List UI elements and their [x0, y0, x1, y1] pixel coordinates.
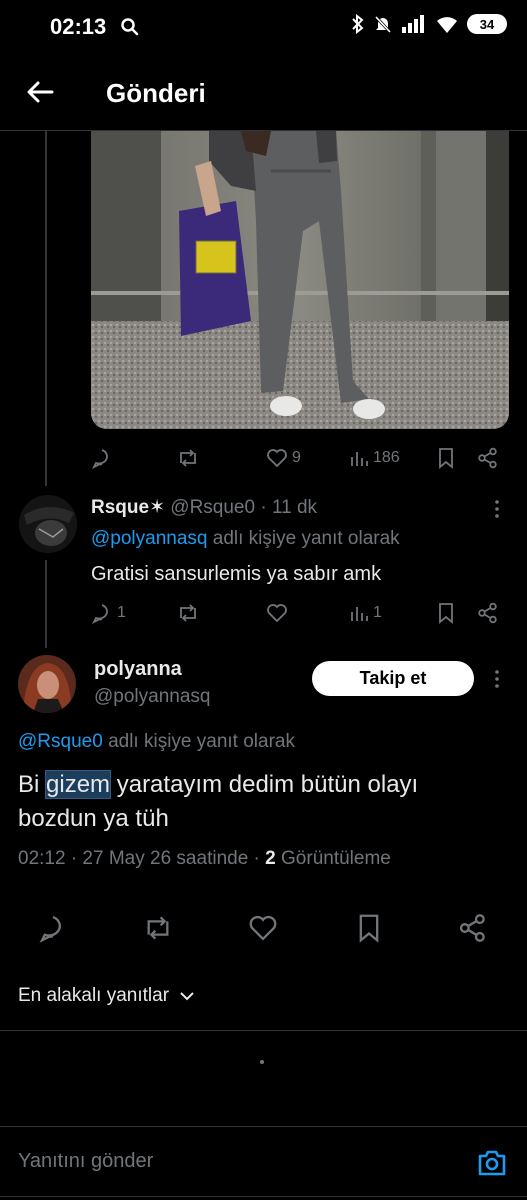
views-icon — [351, 607, 368, 621]
views-count: 186 — [373, 449, 400, 466]
section-divider — [0, 1030, 527, 1031]
more-options-icon[interactable] — [488, 668, 506, 690]
avatar-image — [18, 655, 76, 713]
photo-post-actions: 9 186 — [91, 445, 501, 471]
reply1-reply-to: @polyannasq adlı kişiye yanıt olarak — [91, 528, 400, 550]
main-post-text: Bi gizem yaratayım dedim bütün olayı boz… — [18, 768, 498, 836]
like-button[interactable]: 9 — [266, 448, 301, 468]
reply1-avatar[interactable] — [19, 495, 77, 553]
reply1-header: Rsque✶ @Rsque0 · 11 dk — [91, 496, 317, 519]
more-options-icon[interactable] — [488, 498, 506, 520]
views-label: Görüntüleme — [281, 848, 391, 869]
post-timestamp: 02:12 · 27 May 26 saatinde · — [18, 848, 260, 869]
like-button[interactable] — [266, 603, 288, 623]
back-arrow-icon[interactable] — [24, 76, 56, 108]
bookmark-icon[interactable] — [436, 602, 456, 624]
search-icon — [121, 18, 139, 36]
signal-icon — [402, 15, 424, 33]
views-count: 1 — [373, 604, 382, 621]
reply1-handle[interactable]: @Rsque0 — [170, 497, 255, 518]
main-post-actions — [0, 905, 527, 951]
heart-icon — [267, 449, 287, 468]
main-post-handle[interactable]: @polyannasq — [94, 686, 210, 708]
thread-line-2 — [45, 560, 47, 648]
main-post-name[interactable]: polyanna — [94, 658, 182, 681]
like-count: 9 — [292, 449, 301, 466]
main-post-text-before: Bi — [18, 771, 47, 798]
reply-icon — [91, 449, 108, 469]
views-button[interactable]: 1 — [349, 603, 382, 623]
selected-text-highlight[interactable]: gizem — [45, 770, 112, 799]
views-count: 2 — [265, 848, 276, 869]
reply1-mention[interactable]: @polyannasq — [91, 528, 207, 549]
bluetooth-icon — [352, 14, 364, 34]
repost-icon[interactable] — [142, 913, 174, 943]
post-photo[interactable] — [91, 131, 509, 429]
main-post-reply-to: @Rsque0 adlı kişiye yanıt olarak — [18, 731, 295, 753]
main-post-meta: 02:12 · 27 May 26 saatinde · 2 Görüntüle… — [18, 848, 391, 870]
reply1-actions: 1 1 — [91, 600, 501, 626]
bottom-divider — [0, 1196, 527, 1197]
reply-input[interactable]: Yanıtını gönder — [18, 1150, 153, 1173]
share-icon[interactable] — [477, 447, 499, 469]
reply1-name[interactable]: Rsque✶ — [91, 497, 165, 518]
share-icon[interactable] — [458, 913, 488, 943]
wifi-icon — [437, 17, 457, 33]
battery-indicator: 34 — [467, 14, 507, 34]
follow-button[interactable]: Takip et — [312, 661, 474, 696]
views-button[interactable]: 186 — [349, 448, 400, 468]
page-title: Gönderi — [106, 78, 206, 108]
chevron-down-icon — [180, 992, 194, 1001]
reply-icon — [91, 604, 108, 624]
heart-icon[interactable] — [248, 914, 278, 942]
heart-icon — [267, 604, 287, 623]
share-icon[interactable] — [477, 602, 499, 624]
reply1-time: · 11 dk — [260, 497, 318, 518]
loading-indicator — [260, 1060, 264, 1064]
status-time: 02:13 — [50, 14, 107, 39]
reply-button[interactable]: 1 — [91, 602, 126, 624]
reply-button[interactable] — [91, 447, 113, 469]
reply-icon[interactable] — [38, 913, 68, 943]
views-icon — [351, 452, 368, 466]
repost-button[interactable] — [176, 602, 200, 624]
reply-count: 1 — [117, 604, 126, 621]
repost-button[interactable] — [176, 447, 200, 469]
sort-label: En alakalı yanıtlar — [18, 985, 170, 1006]
reply1-reply-suffix: adlı kişiye yanıt olarak — [212, 528, 400, 549]
reply1-text: Gratisi sansurlemis ya sabır amk — [91, 563, 382, 585]
sort-dropdown[interactable]: En alakalı yanıtlar — [18, 985, 195, 1007]
status-icons: 34 — [351, 14, 507, 34]
main-post-reply-suffix: adlı kişiye yanıt olarak — [108, 731, 295, 752]
main-post-avatar[interactable] — [18, 655, 76, 713]
composer-divider — [0, 1126, 527, 1127]
thread-line — [45, 131, 47, 486]
repost-icon — [180, 449, 196, 467]
elevator-photo-image — [91, 131, 509, 429]
mute-icon — [374, 15, 392, 34]
camera-icon[interactable] — [476, 1148, 508, 1178]
main-post-mention[interactable]: @Rsque0 — [18, 731, 103, 752]
repost-icon — [180, 604, 196, 622]
bookmark-icon[interactable] — [355, 913, 383, 943]
avatar-image — [19, 495, 77, 553]
bookmark-icon[interactable] — [436, 447, 456, 469]
